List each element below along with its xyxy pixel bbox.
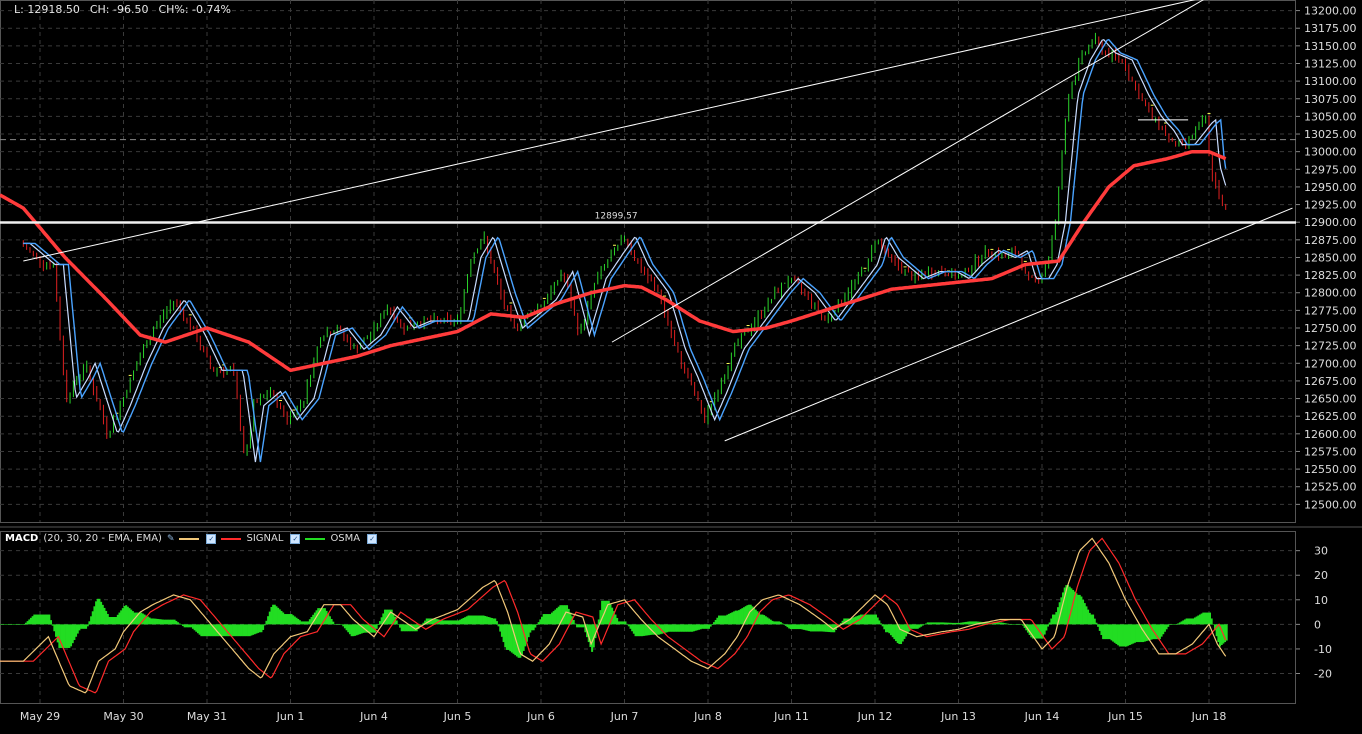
- y-tick-label: 13200.00: [1304, 5, 1357, 18]
- macd-name: MACD: [5, 533, 39, 544]
- osma-swatch: [305, 537, 326, 540]
- x-tick-label: Jun 6: [526, 710, 555, 723]
- y-tick-label: 12600.00: [1304, 428, 1357, 441]
- macd-y-tick-label: 30: [1314, 545, 1328, 558]
- edit-icon[interactable]: ✎: [167, 534, 175, 544]
- osma-visible-checkbox[interactable]: ✓: [367, 533, 378, 544]
- y-tick-label: 13025.00: [1304, 128, 1357, 141]
- osma-bar: [1210, 618, 1213, 625]
- macd-visible-checkbox[interactable]: ✓: [206, 533, 217, 544]
- y-tick-label: 13000.00: [1304, 146, 1357, 159]
- osma-bar: [535, 624, 538, 625]
- x-tick-label: Jun 12: [857, 710, 893, 723]
- macd-legend: MACD (20, 30, 20 - EMA, EMA) ✎ ✓ SIGNAL …: [5, 532, 378, 545]
- level-label: 12899.57: [595, 212, 638, 222]
- price-panel-frame: [0, 0, 1296, 523]
- y-tick-label: 12825.00: [1304, 269, 1357, 282]
- y-tick-label: 12700.00: [1304, 357, 1357, 370]
- macd-y-tick-label: 20: [1314, 569, 1328, 582]
- osma-bar: [178, 623, 181, 625]
- y-tick-label: 12850.00: [1304, 251, 1357, 264]
- y-tick-label: 12650.00: [1304, 393, 1357, 406]
- osma-bar: [923, 624, 926, 625]
- osma-bar: [574, 623, 577, 625]
- osma-bar: [395, 620, 398, 625]
- y-tick-label: 12625.00: [1304, 410, 1357, 423]
- y-tick-label: 12800.00: [1304, 287, 1357, 300]
- x-tick-label: Jun 18: [1191, 710, 1227, 723]
- y-tick-label: 12950.00: [1304, 181, 1357, 194]
- macd-y-tick-label: -20: [1314, 668, 1332, 681]
- macd-swatch: [179, 537, 200, 540]
- macd-y-tick-label: 10: [1314, 594, 1328, 607]
- osma-bar: [263, 624, 266, 626]
- osma-bar: [332, 621, 335, 625]
- osma-bar: [495, 621, 498, 625]
- x-tick-label: Jun 4: [359, 710, 388, 723]
- macd-panel-frame: [0, 531, 1296, 704]
- osma-bar: [1225, 624, 1228, 641]
- x-tick-label: Jun 11: [773, 710, 809, 723]
- x-tick-label: May 31: [187, 710, 227, 723]
- x-tick-label: Jun 15: [1107, 710, 1143, 723]
- macd-params: (20, 30, 20 - EMA, EMA): [43, 533, 162, 544]
- y-tick-label: 12975.00: [1304, 163, 1357, 176]
- y-tick-label: 12500.00: [1304, 498, 1357, 511]
- y-tick-label: 12925.00: [1304, 199, 1357, 212]
- osma-bar: [1047, 624, 1050, 627]
- osma-bar: [1175, 624, 1178, 625]
- osma-bar: [1095, 622, 1098, 625]
- osma-bar: [50, 620, 53, 625]
- osma-bar: [375, 624, 378, 629]
- y-tick-label: 12675.00: [1304, 375, 1357, 388]
- x-tick-label: Jun 5: [443, 710, 472, 723]
- y-tick-label: 12775.00: [1304, 304, 1357, 317]
- last-price: L: 12918.50: [14, 3, 80, 16]
- y-tick-label: 12575.00: [1304, 445, 1357, 458]
- osma-bar: [23, 624, 26, 625]
- x-tick-label: Jun 8: [693, 710, 722, 723]
- osma-bar: [711, 624, 714, 625]
- y-tick-label: 12900.00: [1304, 216, 1357, 229]
- trendline: [724, 207, 1293, 442]
- y-tick-label: 13125.00: [1304, 57, 1357, 70]
- osma-bar: [377, 624, 380, 625]
- x-tick-label: Jun 13: [940, 710, 976, 723]
- price-header: L: 12918.50 CH: -96.50 CH%: -0.74%: [14, 3, 241, 16]
- y-tick-label: 13175.00: [1304, 22, 1357, 35]
- change-value: CH: -96.50: [89, 3, 149, 16]
- y-tick-label: 13100.00: [1304, 75, 1357, 88]
- y-tick-label: 13050.00: [1304, 110, 1357, 123]
- chart-canvas: May 29 May 30 May 31 Jun 1 Jun 4 Jun 5 Jun 6 Ju…: [0, 0, 1362, 723]
- y-tick-label: 13150.00: [1304, 40, 1357, 53]
- y-tick-label: 12525.00: [1304, 481, 1357, 494]
- x-tick-label: May 29: [20, 710, 60, 723]
- y-tick-label: 12750.00: [1304, 322, 1357, 335]
- macd-y-tick-label: -10: [1314, 643, 1332, 656]
- y-tick-label: 12725.00: [1304, 340, 1357, 353]
- x-tick-label: May 30: [103, 710, 143, 723]
- change-percent: CH%: -0.74%: [158, 3, 231, 16]
- signal-label: SIGNAL: [246, 533, 284, 544]
- x-tick-label: Jun 14: [1024, 710, 1060, 723]
- osma-bar: [626, 623, 629, 625]
- chart-root: May 29 May 30 May 31 Jun 1 Jun 4 Jun 5 Jun 6 Ju…: [0, 0, 1362, 730]
- osma-bar: [781, 623, 784, 625]
- signal-visible-checkbox[interactable]: ✓: [290, 533, 301, 544]
- x-tick-label: Jun 7: [610, 710, 639, 723]
- y-tick-label: 12550.00: [1304, 463, 1357, 476]
- osma-bar: [880, 623, 883, 625]
- signal-swatch: [221, 537, 242, 540]
- osma-label: OSMA: [330, 533, 361, 544]
- y-tick-label: 12875.00: [1304, 234, 1357, 247]
- x-tick-label: Jun 1: [276, 710, 305, 723]
- macd-y-tick-label: 0: [1314, 618, 1321, 631]
- y-tick-label: 13075.00: [1304, 93, 1357, 106]
- osma-bar: [86, 624, 89, 627]
